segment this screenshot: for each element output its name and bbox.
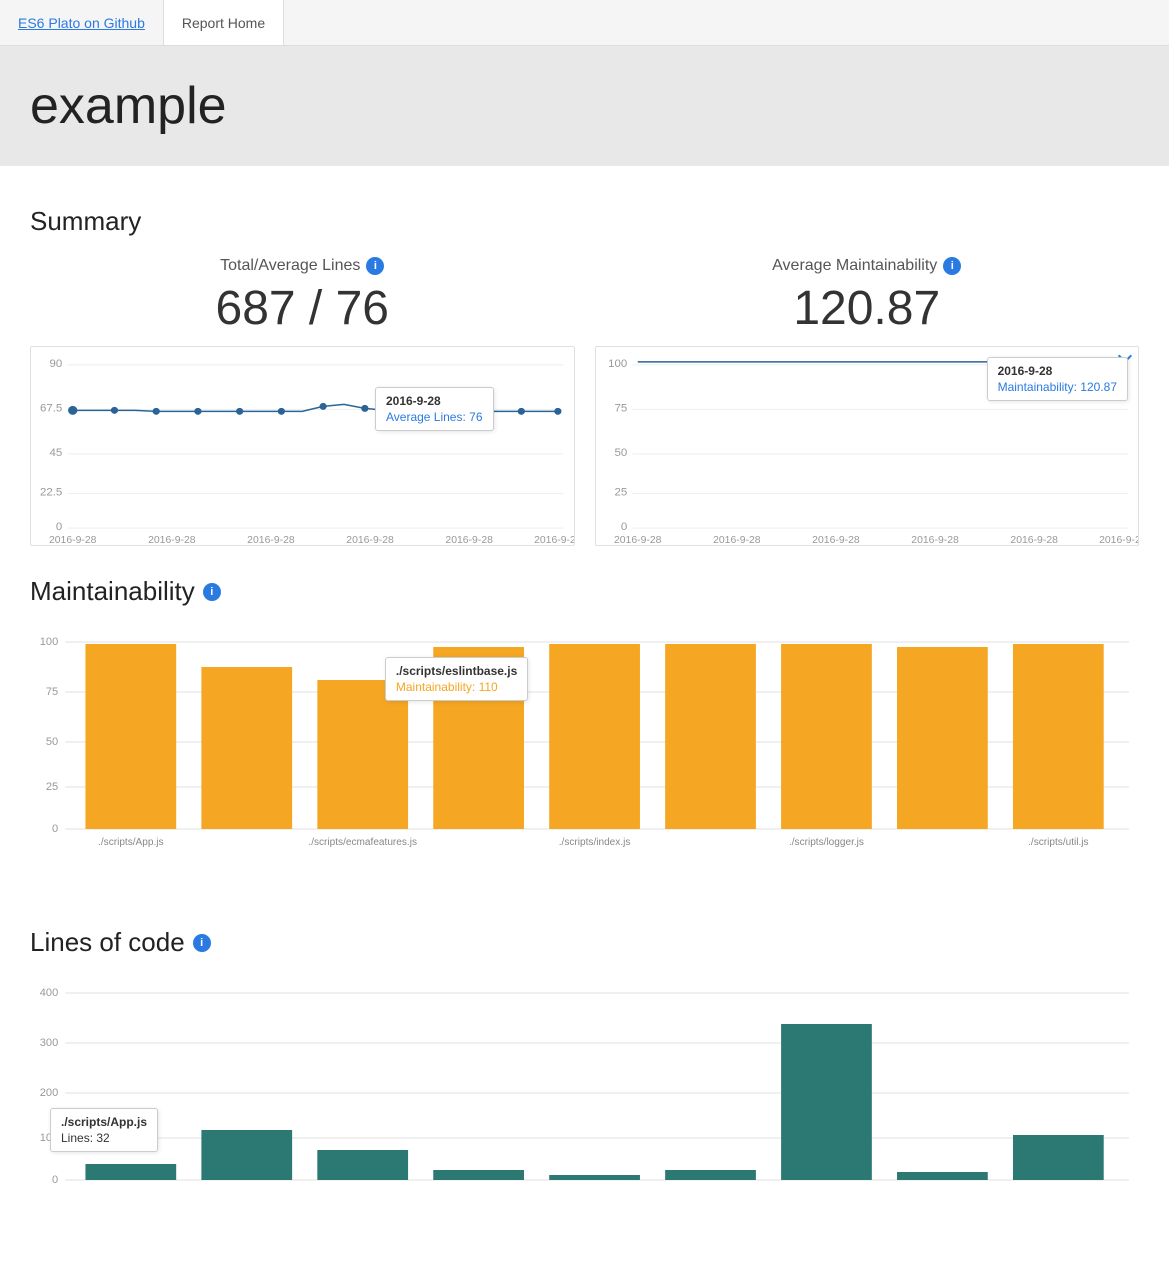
svg-text:0: 0 xyxy=(52,1174,58,1186)
svg-text:./scripts/logger.js: ./scripts/logger.js xyxy=(789,837,864,847)
summary-section-title: Summary xyxy=(30,206,1139,237)
bar-logger xyxy=(781,644,872,829)
bar-util xyxy=(1013,644,1104,829)
lines-chart: 90 67.5 45 22.5 0 xyxy=(30,346,575,546)
maintainability-section-title: Maintainability i xyxy=(30,576,1139,607)
loc-bar-ecmafeatures2 xyxy=(317,1150,408,1180)
svg-text:0: 0 xyxy=(56,521,62,533)
svg-text:50: 50 xyxy=(46,736,58,748)
svg-text:0: 0 xyxy=(52,823,58,835)
svg-text:200: 200 xyxy=(40,1087,58,1099)
loc-section-title: Lines of code i xyxy=(30,927,1139,958)
svg-text:0: 0 xyxy=(620,521,626,533)
bar-ecmafeatures xyxy=(201,667,292,829)
svg-text:./scripts/App.js: ./scripts/App.js xyxy=(98,837,163,847)
svg-text:2016-9-28: 2016-9-28 xyxy=(613,535,661,545)
lines-card-value: 687 / 76 xyxy=(30,281,575,336)
lines-card-title: Total/Average Lines i xyxy=(30,257,575,275)
maint-info-icon[interactable]: i xyxy=(943,257,961,275)
svg-text:2016-9-28: 2016-9-28 xyxy=(49,535,97,545)
bar-index xyxy=(549,644,640,829)
maint-card: Average Maintainability i 120.87 100 75 … xyxy=(595,257,1140,546)
bar-logger2 xyxy=(897,647,988,829)
loc-bar-index xyxy=(549,1175,640,1180)
svg-text:2016-9-28: 2016-9-28 xyxy=(346,535,394,545)
svg-text:2016-9-28: 2016-9-28 xyxy=(534,535,573,545)
hero-section: example xyxy=(0,46,1169,166)
lines-card: Total/Average Lines i 687 / 76 90 67.5 4… xyxy=(30,257,575,546)
loc-bar-chart: 400 300 200 100 0 xyxy=(30,978,1139,1198)
svg-text:2016-9-28: 2016-9-28 xyxy=(247,535,295,545)
maint-card-value: 120.87 xyxy=(595,281,1140,336)
loc-bar-logger xyxy=(781,1024,872,1180)
loc-bar-util xyxy=(1013,1135,1104,1180)
loc-bar-ecmafeatures xyxy=(201,1130,292,1180)
bar-index2 xyxy=(665,644,756,829)
loc-bar-eslintbase xyxy=(433,1170,524,1180)
lines-info-icon[interactable]: i xyxy=(366,257,384,275)
svg-text:2016-9-28: 2016-9-28 xyxy=(1010,535,1058,545)
loc-bar-index2 xyxy=(665,1170,756,1180)
svg-text:90: 90 xyxy=(50,358,63,370)
maint-chart-svg: 100 75 50 25 0 2016-9-28 2016-9-28 xyxy=(596,347,1139,545)
svg-text:400: 400 xyxy=(40,987,58,999)
bar-ecmafeatures2 xyxy=(317,680,408,829)
github-link[interactable]: ES6 Plato on Github xyxy=(0,0,163,45)
report-home-tab[interactable]: Report Home xyxy=(163,0,284,45)
maint-chart: 100 75 50 25 0 2016-9-28 2016-9-28 xyxy=(595,346,1140,546)
svg-text:2016-9-28: 2016-9-28 xyxy=(812,535,860,545)
loc-bar-logger2 xyxy=(897,1172,988,1180)
svg-text:2016-9-28: 2016-9-28 xyxy=(911,535,959,545)
svg-text:45: 45 xyxy=(50,447,63,459)
summary-grid: Total/Average Lines i 687 / 76 90 67.5 4… xyxy=(30,257,1139,546)
lines-chart-svg: 90 67.5 45 22.5 0 xyxy=(31,347,574,545)
maintainability-bar-chart: 100 75 50 25 0 xyxy=(30,627,1139,847)
svg-text:100: 100 xyxy=(608,358,627,370)
page-title: example xyxy=(30,76,1139,136)
svg-text:./scripts/util.js: ./scripts/util.js xyxy=(1028,837,1088,847)
svg-text:25: 25 xyxy=(46,781,58,793)
svg-text:50: 50 xyxy=(614,447,627,459)
svg-text:./scripts/index.js: ./scripts/index.js xyxy=(559,837,631,847)
main-content: Summary Total/Average Lines i 687 / 76 9… xyxy=(0,166,1169,1278)
svg-text:2016-9-28: 2016-9-28 xyxy=(148,535,196,545)
svg-text:300: 300 xyxy=(40,1037,58,1049)
svg-text:100: 100 xyxy=(40,636,58,648)
maintainability-chart-wrapper: 100 75 50 25 0 xyxy=(30,627,1139,887)
loc-info-icon[interactable]: i xyxy=(193,934,211,952)
svg-text:22.5: 22.5 xyxy=(40,487,62,499)
svg-text:25: 25 xyxy=(614,487,627,499)
bar-eslintbase xyxy=(433,647,524,829)
loc-bar-app-js xyxy=(85,1164,176,1180)
svg-text:2016-9-28: 2016-9-28 xyxy=(713,535,761,545)
navbar: ES6 Plato on Github Report Home xyxy=(0,0,1169,46)
bar-app-js xyxy=(85,644,176,829)
svg-text:100: 100 xyxy=(40,1132,58,1144)
maint-card-title: Average Maintainability i xyxy=(595,257,1140,275)
svg-text:67.5: 67.5 xyxy=(40,403,62,415)
svg-text:75: 75 xyxy=(614,403,627,415)
svg-text:2016-9-28: 2016-9-28 xyxy=(1099,535,1138,545)
svg-text:75: 75 xyxy=(46,686,58,698)
loc-chart-wrapper: 400 300 200 100 0 xyxy=(30,978,1139,1238)
svg-text:./scripts/ecmafeatures.js: ./scripts/ecmafeatures.js xyxy=(308,837,417,847)
svg-text:2016-9-28: 2016-9-28 xyxy=(445,535,493,545)
maintainability-info-icon[interactable]: i xyxy=(203,583,221,601)
